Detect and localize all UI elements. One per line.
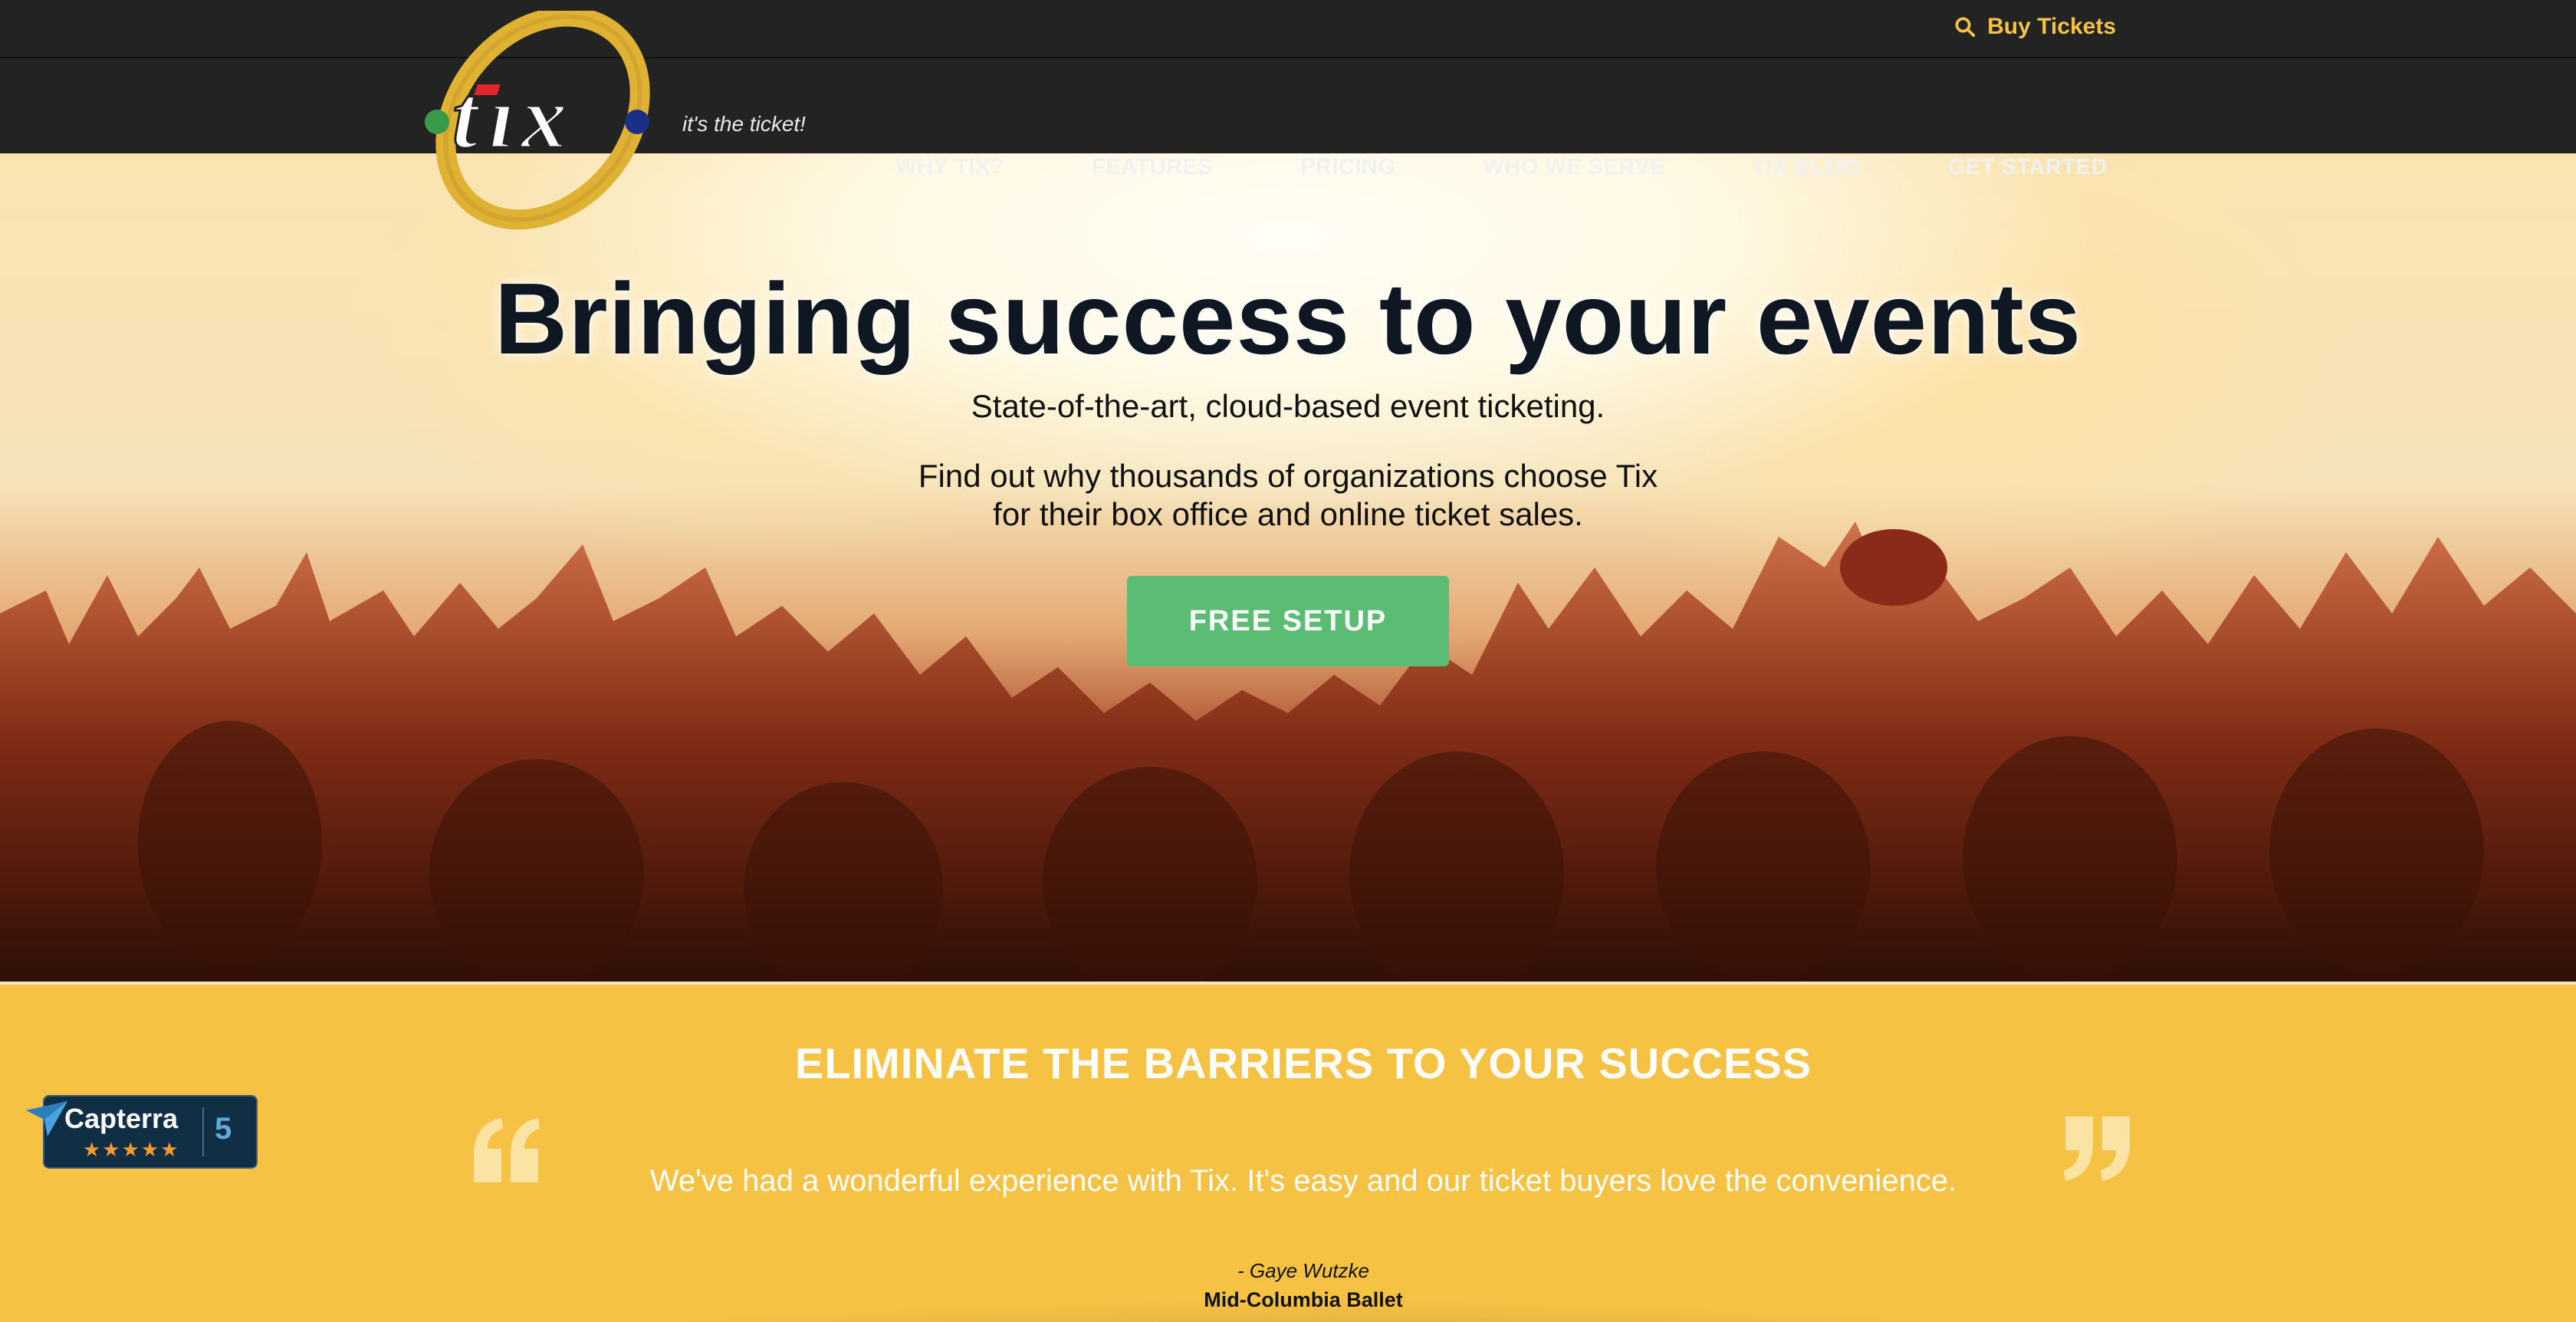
capterra-stars-icon: ★★★★★ — [83, 1138, 180, 1161]
testimonial-title: ELIMINATE THE BARRIERS TO YOUR SUCCESS — [794, 1039, 1812, 1087]
testimonial-quote: We've had a wonderful experience with Ti… — [649, 1164, 1957, 1198]
hero-section: Bringing success to your events State-of… — [0, 153, 2576, 982]
decorative-shadow — [537, 1299, 2070, 1322]
svg-text:ı: ı — [489, 67, 514, 167]
buy-tickets-link[interactable]: Buy Tickets — [1953, 14, 2116, 40]
nav-who-we-serve[interactable]: WHO WE SERVE — [1484, 155, 1666, 180]
capterra-badge[interactable]: Capterra ★★★★★ 5 — [25, 1095, 258, 1169]
main-nav: WHY TIX? FEATURES PRICING WHO WE SERVE T… — [895, 155, 2108, 180]
hero-description: Find out why thousands of organizations … — [828, 457, 1748, 534]
capterra-separator — [202, 1107, 204, 1156]
nav-get-started[interactable]: GET STARTED — [1948, 155, 2108, 180]
free-setup-button[interactable]: FREE SETUP — [1127, 576, 1449, 666]
tagline: it's the ticket! — [682, 112, 806, 136]
search-icon — [1955, 17, 1976, 38]
nav-tix-blog[interactable]: TIX BLOG — [1753, 155, 1861, 180]
hero-subtitle: State-of-the-art, cloud-based event tick… — [971, 388, 1605, 424]
testimonial-author: - Gaye Wutzke — [1237, 1259, 1369, 1282]
capterra-arrow-icon — [26, 1101, 67, 1136]
hero-description-line2: for their box office and online ticket s… — [993, 496, 1583, 532]
nav-pricing[interactable]: PRICING — [1300, 155, 1395, 180]
testimonial-section: ELIMINATE THE BARRIERS TO YOUR SUCCESS W… — [0, 985, 2576, 1322]
buy-tickets-label: Buy Tickets — [1987, 14, 2116, 39]
hero-description-line1: Find out why thousands of organizations … — [918, 458, 1658, 494]
svg-text:t: t — [452, 67, 480, 167]
main-navbar: WHY TIX? FEATURES PRICING WHO WE SERVE T… — [0, 60, 2576, 179]
hero-title: Bringing success to your events — [494, 262, 2082, 375]
capterra-name: Capterra — [64, 1103, 179, 1134]
blue-dot-icon — [625, 110, 649, 134]
svg-text:x: x — [520, 67, 567, 167]
tix-logo[interactable]: t ı x — [420, 11, 658, 233]
top-bar: Buy Tickets — [0, 0, 2576, 58]
nav-why-tix[interactable]: WHY TIX? — [895, 155, 1004, 180]
nav-features[interactable]: FEATURES — [1092, 155, 1213, 180]
capterra-score: 5 — [215, 1112, 232, 1146]
green-dot-icon — [425, 110, 449, 134]
